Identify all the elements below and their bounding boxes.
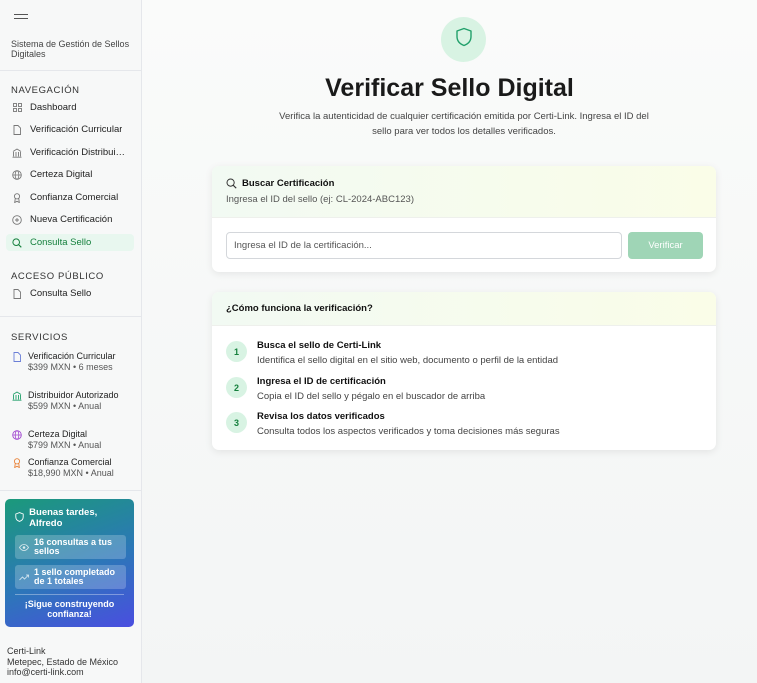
sidebar-item-label: Verificación Curricular	[30, 124, 123, 135]
sidebar-item-verificacion-distribuidor[interactable]: Verificación Distribuidor	[6, 144, 134, 161]
step-number: 3	[226, 412, 247, 433]
step-title: Busca el sello de Certi-Link	[257, 340, 382, 351]
search-card-header: Buscar Certificación Ingresa el ID del s…	[212, 166, 716, 218]
search-card-title: Buscar Certificación	[242, 178, 335, 189]
logo-icon[interactable]	[14, 14, 28, 20]
service-price: $399 MXN • 6 meses	[28, 361, 113, 372]
main-content: Verificar Sello Digital Verifica la aute…	[142, 0, 757, 683]
app-subtitle: Sistema de Gestión de Sellos Digitales	[11, 39, 130, 59]
greeting-footer: ¡Sigue construyendo confianza!	[15, 594, 124, 619]
globe-icon	[12, 430, 22, 440]
stat-consultas: 16 consultas a tus sellos	[15, 535, 126, 559]
service-price: $18,990 MXN • Anual	[28, 467, 114, 478]
service-verificacion-curricular[interactable]: Verificación Curricular $399 MXN • 6 mes…	[12, 351, 136, 372]
search-card: Buscar Certificación Ingresa el ID del s…	[212, 166, 716, 272]
stat-sellos-text: 1 sello completado de 1 totales	[34, 566, 116, 586]
how-it-works-card: ¿Cómo funciona la verificación? 1 Busca …	[212, 292, 716, 450]
search-icon	[226, 178, 237, 189]
sidebar-item-verificacion-curricular[interactable]: Verificación Curricular	[6, 121, 134, 138]
step-description: Consulta todos los aspectos verificados …	[257, 426, 560, 437]
stat-consultas-text: 16 consultas a tus sellos	[34, 536, 113, 556]
sidebar-item-consulta-sello[interactable]: Consulta Sello	[6, 234, 134, 251]
public-section-title: ACCESO PÚBLICO	[11, 271, 104, 282]
service-certeza-digital[interactable]: Certeza Digital $799 MXN • Anual	[12, 429, 136, 450]
search-card-subtitle: Ingresa el ID del sello (ej: CL-2024-ABC…	[226, 194, 414, 205]
sidebar-item-label: Confianza Comercial	[30, 192, 119, 203]
building-icon	[12, 391, 22, 401]
services-section-title: SERVICIOS	[11, 332, 68, 343]
sidebar-item-label: Verificación Distribuidor	[30, 147, 128, 158]
sidebar-item-label: Dashboard	[30, 102, 77, 113]
company-email[interactable]: info@certi-link.com	[7, 667, 118, 678]
greeting-title: Buenas tardes, Alfredo	[29, 507, 98, 529]
sidebar-item-label: Consulta Sello	[30, 288, 92, 299]
plus-circle-icon	[12, 214, 22, 225]
step-description: Copia el ID del sello y pégalo en el bus…	[257, 391, 486, 402]
service-distribuidor-autorizado[interactable]: Distribuidor Autorizado $599 MXN • Anual	[12, 390, 136, 411]
step-number: 1	[226, 341, 247, 362]
award-icon	[12, 192, 22, 203]
sidebar-footer: Certi-Link Metepec, Estado de México inf…	[7, 646, 118, 678]
company-name: Certi-Link	[7, 646, 46, 656]
sidebar-divider	[0, 70, 142, 71]
sidebar-item-confianza-comercial[interactable]: Confianza Comercial	[6, 189, 134, 206]
sidebar-item-label: Nueva Certificación	[30, 214, 113, 225]
service-price: $599 MXN • Anual	[28, 400, 102, 411]
sidebar-item-dashboard[interactable]: Dashboard	[6, 99, 134, 116]
globe-icon	[12, 169, 22, 180]
page-description: Verifica la autenticidad de cualquier ce…	[279, 111, 649, 137]
service-name: Distribuidor Autorizado	[28, 390, 119, 400]
shield-badge	[441, 17, 486, 62]
service-name: Confianza Comercial	[28, 457, 112, 467]
step-title: Revisa los datos verificados	[257, 411, 385, 422]
verify-button[interactable]: Verificar	[628, 232, 703, 259]
sidebar-item-label: Consulta Sello	[30, 237, 92, 248]
page-title: Verificar Sello Digital	[325, 74, 574, 102]
service-name: Verificación Curricular	[28, 351, 116, 361]
nav-section-title: NAVEGACIÓN	[11, 85, 80, 96]
how-card-title: ¿Cómo funciona la verificación?	[212, 292, 716, 326]
company-location: Metepec, Estado de México	[7, 656, 119, 667]
sidebar-divider	[0, 490, 142, 491]
search-icon	[12, 237, 22, 248]
step-title: Ingresa el ID de certificación	[257, 376, 386, 387]
shield-icon	[455, 27, 473, 52]
sidebar-item-label: Certeza Digital	[30, 169, 93, 180]
shield-icon	[15, 509, 24, 527]
sidebar-item-certeza-digital[interactable]: Certeza Digital	[6, 166, 134, 183]
service-confianza-comercial[interactable]: Confianza Comercial $18,990 MXN • Anual	[12, 457, 136, 478]
sidebar-item-nueva-certificacion[interactable]: Nueva Certificación	[6, 211, 134, 228]
step-number: 2	[226, 377, 247, 398]
document-icon	[12, 288, 22, 299]
service-name: Certeza Digital	[28, 429, 88, 439]
grid-icon	[12, 103, 22, 113]
eye-icon	[19, 538, 29, 556]
step-item: 3 Revisa los datos verificados Consulta …	[226, 411, 560, 437]
sidebar-divider	[0, 316, 142, 317]
trend-icon	[19, 568, 29, 586]
step-item: 1 Busca el sello de Certi-Link Identific…	[226, 340, 558, 366]
step-item: 2 Ingresa el ID de certificación Copia e…	[226, 376, 485, 402]
sidebar-item-consulta-sello-publico[interactable]: Consulta Sello	[6, 285, 134, 302]
service-price: $799 MXN • Anual	[28, 439, 102, 450]
certification-id-input[interactable]	[226, 232, 622, 259]
building-icon	[12, 147, 22, 158]
stat-sellos: 1 sello completado de 1 totales	[15, 565, 126, 589]
sidebar: Sistema de Gestión de Sellos Digitales N…	[0, 0, 142, 683]
award-icon	[12, 458, 22, 468]
document-icon	[12, 124, 22, 135]
greeting-card: Buenas tardes, Alfredo 16 consultas a tu…	[5, 499, 134, 627]
document-icon	[12, 352, 22, 362]
step-description: Identifica el sello digital en el sitio …	[257, 355, 559, 366]
